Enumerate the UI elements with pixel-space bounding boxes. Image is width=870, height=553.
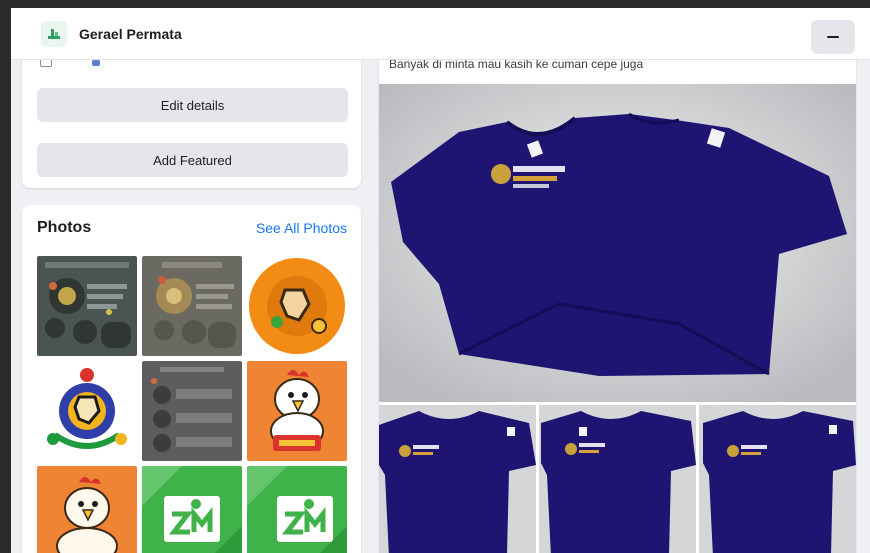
photo-thumbnail[interactable] xyxy=(142,361,242,461)
photos-grid xyxy=(37,256,348,553)
add-featured-button[interactable]: Add Featured xyxy=(37,143,348,177)
minimize-button[interactable] xyxy=(811,20,855,54)
app-icon xyxy=(41,20,67,47)
photos-heading: Photos xyxy=(37,219,92,236)
photo-thumbnail[interactable] xyxy=(247,256,347,356)
photo-thumbnail[interactable] xyxy=(247,466,347,553)
profile-actions-card: Edit details Add Featured xyxy=(22,48,361,188)
page: Gerael Permata Edit details Add Featured… xyxy=(11,8,870,553)
post-main-photo[interactable] xyxy=(379,84,856,402)
photo-thumbnail[interactable] xyxy=(37,466,137,553)
minimize-icon xyxy=(827,36,839,38)
page-title: Gerael Permata xyxy=(79,25,182,42)
photo-thumbnail[interactable] xyxy=(247,361,347,461)
edit-details-button[interactable]: Edit details xyxy=(37,88,348,122)
top-bar: Gerael Permata xyxy=(11,8,870,60)
link-icon xyxy=(92,60,100,66)
post-thumbnail[interactable] xyxy=(379,405,536,553)
checkbox-icon xyxy=(40,59,52,67)
photo-thumbnail[interactable] xyxy=(142,466,242,553)
see-all-photos-link[interactable]: See All Photos xyxy=(256,220,347,236)
photo-thumbnail[interactable] xyxy=(142,256,242,356)
photos-card: Photos See All Photos xyxy=(22,205,361,553)
photo-thumbnail[interactable] xyxy=(37,256,137,356)
post-card: Banyak di minta mau kasih ke cuman cepe … xyxy=(379,48,856,553)
post-thumbnail[interactable] xyxy=(539,405,696,553)
post-thumbnail-strip xyxy=(379,405,856,553)
photo-thumbnail[interactable] xyxy=(37,361,137,461)
post-thumbnail[interactable] xyxy=(699,405,856,553)
